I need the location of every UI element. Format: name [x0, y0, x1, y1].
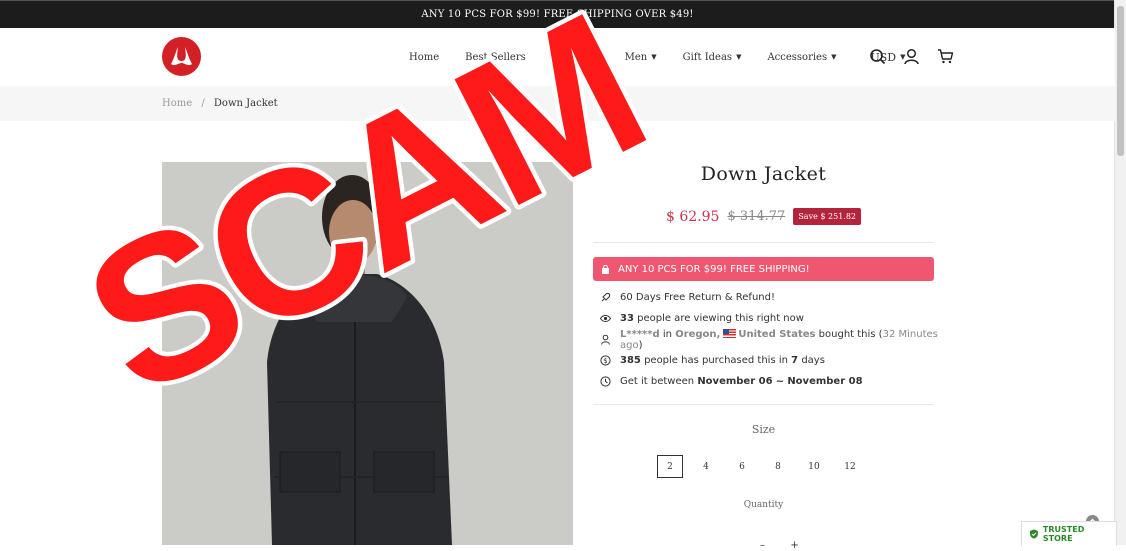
trusted-store-badge[interactable]: TRUSTED STORE [1021, 521, 1117, 546]
viewers-text: people are viewing this right now [637, 313, 804, 324]
nav-best-sellers[interactable]: Best Sellers [465, 52, 526, 63]
return-policy-text: 60 Days Free Return & Refund! [620, 292, 775, 303]
account-icon[interactable] [903, 48, 920, 65]
header-icons [869, 48, 954, 65]
viewers-row: 33 people are viewing this right now [600, 308, 940, 329]
rocket-icon [601, 292, 611, 302]
purchased-days: 7 [791, 355, 799, 366]
return-policy-row: 60 Days Free Return & Refund! [600, 287, 940, 308]
breadcrumb-current: Down Jacket [213, 98, 278, 109]
sale-price: $ 62.95 [666, 208, 720, 225]
eye-icon [600, 315, 611, 322]
delivery-row: Get it between November 06 ~ November 08 [600, 371, 940, 392]
clock-icon [600, 376, 611, 387]
nav-women-label: Women [551, 51, 590, 63]
size-option[interactable]: 4 [693, 455, 719, 478]
scrollbar[interactable] [1114, 0, 1126, 545]
us-flag-icon [723, 328, 737, 338]
nav-best-sellers-label: Best Sellers [465, 51, 526, 63]
announcement-bar: ANY 10 PCS FOR $99! FREE SHIPPING OVER $… [0, 0, 1115, 28]
price-block: $ 62.95 $ 314.77 Save $ 251.82 [593, 208, 934, 225]
lululemon-logo-icon [171, 47, 192, 66]
product-info-list: 60 Days Free Return & Refund! 33 people … [600, 287, 940, 392]
trusted-store-label: TRUSTED STORE [1042, 525, 1085, 543]
nav-home-label: Home [409, 51, 440, 63]
nav-gift-ideas-label: Gift Ideas [682, 51, 733, 63]
dollar-circle-icon: $ [600, 355, 611, 366]
caret-down-icon: ▼ [736, 53, 742, 61]
caret-down-icon: ▼ [651, 53, 657, 61]
search-icon[interactable] [869, 48, 886, 65]
breadcrumb-home[interactable]: Home [162, 98, 192, 109]
divider [593, 242, 934, 243]
caret-down-icon: ▼ [593, 53, 599, 61]
save-badge: Save $ 251.82 [793, 208, 861, 225]
recent-buyer-close: ) [638, 339, 643, 351]
breadcrumb-bar: Home / Down Jacket [0, 86, 1115, 121]
breadcrumb: Home / Down Jacket [162, 98, 278, 109]
viewers-count: 33 [620, 313, 634, 324]
nav-accessories[interactable]: Accessories ▼ [767, 52, 836, 63]
model-in-jacket-image [162, 162, 573, 545]
divider [593, 404, 934, 405]
shield-check-icon [1029, 529, 1038, 539]
delivery-prefix: Get it between [620, 376, 695, 387]
quantity-label: Quantity [743, 500, 784, 510]
size-option[interactable]: 12 [837, 455, 863, 478]
size-options: 2 4 6 8 10 12 [657, 455, 873, 478]
delivery-end: November 08 [787, 376, 863, 387]
main-nav: Home Best Sellers Women ▼ Men ▼ Gift Ideas… [409, 28, 932, 86]
product-title: Down Jacket [700, 163, 827, 185]
purchased-text-b: days [801, 355, 825, 366]
caret-down-icon: ▼ [831, 53, 837, 61]
nav-men[interactable]: Men ▼ [625, 52, 657, 63]
size-option[interactable]: 2 [657, 455, 683, 478]
recent-buyer-bought: bought this ( [818, 328, 883, 340]
delivery-separator: ~ [775, 376, 785, 387]
breadcrumb-separator: / [201, 98, 205, 109]
nav-accessories-label: Accessories [767, 51, 828, 63]
purchased-count: 385 [620, 355, 641, 366]
announcement-text: ANY 10 PCS FOR $99! FREE SHIPPING OVER $… [421, 9, 694, 20]
cart-icon[interactable] [937, 48, 954, 65]
promo-banner: ANY 10 PCS FOR $99! FREE SHIPPING! [593, 257, 934, 281]
nav-women[interactable]: Women ▼ [552, 52, 599, 63]
brand-logo[interactable] [162, 37, 201, 76]
nav-gift-ideas[interactable]: Gift Ideas ▼ [683, 52, 742, 63]
nav-home[interactable]: Home [409, 52, 439, 63]
delivery-start: November 06 [697, 376, 773, 387]
recent-buyer-row: L*****d in Oregon, United States bought t… [600, 328, 940, 351]
user-icon [601, 334, 610, 345]
purchased-row: $ 385 people has purchased this in 7 day… [600, 350, 940, 371]
size-option[interactable]: 8 [765, 455, 791, 478]
promo-text: ANY 10 PCS FOR $99! FREE SHIPPING! [618, 263, 810, 275]
quantity-stepper[interactable]: – + [760, 540, 799, 551]
size-option[interactable]: 10 [801, 455, 827, 478]
recent-buyer-region: Oregon, [675, 328, 721, 340]
site-header: Home Best Sellers Women ▼ Men ▼ Gift Ideas… [0, 28, 1115, 86]
bag-icon [602, 264, 609, 274]
nav-men-label: Men [624, 51, 648, 63]
recent-buyer-country: United States [738, 328, 816, 340]
scrollbar-thumb[interactable] [1117, 6, 1124, 156]
purchased-text-a: people has purchased this in [644, 355, 788, 366]
product-image[interactable] [162, 162, 573, 545]
recent-buyer-in: in [662, 328, 672, 340]
compare-price: $ 314.77 [727, 209, 786, 224]
svg-text:$: $ [603, 357, 607, 365]
size-option[interactable]: 6 [729, 455, 755, 478]
recent-buyer-name: L*****d [620, 328, 660, 340]
size-label: Size [751, 423, 776, 436]
